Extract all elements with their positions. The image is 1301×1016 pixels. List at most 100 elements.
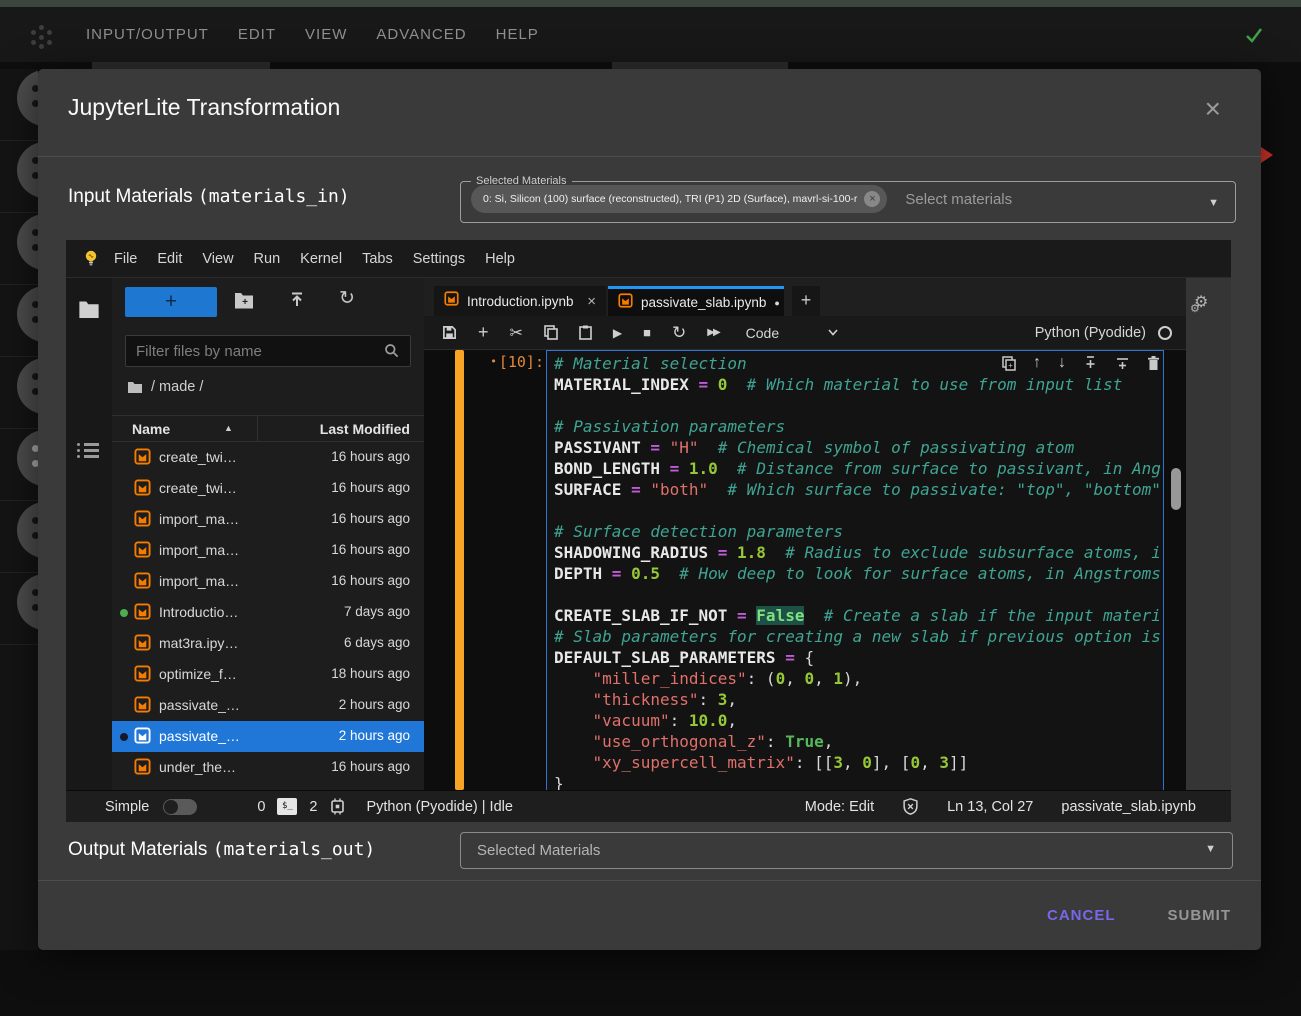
file-row[interactable]: passivate_…2 hours ago <box>112 721 424 752</box>
move-cell-down-icon[interactable]: ↓ <box>1058 354 1066 372</box>
move-cell-up-icon[interactable]: ↑ <box>1033 354 1041 372</box>
dropdown-arrow-icon[interactable]: ▼ <box>1208 197 1219 209</box>
editor-scrollbar[interactable] <box>1170 350 1182 790</box>
shield-x-icon[interactable] <box>902 798 919 815</box>
app-menu-item[interactable]: EDIT <box>238 26 276 43</box>
save-icon[interactable] <box>442 325 457 340</box>
file-row[interactable]: import_ma…16 hours ago <box>112 504 424 535</box>
cursor-position[interactable]: Ln 13, Col 27 <box>947 799 1033 815</box>
table-of-contents-icon[interactable] <box>77 440 99 461</box>
file-browser: + + ↻ / made / Name ▲ <box>112 278 424 790</box>
kernel-count[interactable]: 2 <box>309 799 317 815</box>
jupyter-menu-item[interactable]: Settings <box>413 251 465 267</box>
kernel-status-text[interactable]: Python (Pyodide) | Idle <box>366 799 512 815</box>
cancel-button[interactable]: CANCEL <box>1047 907 1116 924</box>
jupyter-menu-item[interactable]: View <box>202 251 233 267</box>
selected-materials-field[interactable]: Selected Materials 0: Si, Silicon (100) … <box>460 175 1236 223</box>
app-menu-item[interactable]: VIEW <box>305 26 347 43</box>
new-launcher-button[interactable]: + <box>125 287 217 317</box>
column-last-modified[interactable]: Last Modified <box>320 421 410 437</box>
jupyter-menu-item[interactable]: Kernel <box>300 251 342 267</box>
stop-kernel-icon[interactable]: ■ <box>643 325 651 340</box>
app-menu-item[interactable]: HELP <box>496 26 539 43</box>
refresh-icon[interactable]: ↻ <box>339 287 355 310</box>
drag-handle-icon[interactable] <box>17 286 38 342</box>
paste-icon[interactable] <box>579 325 592 340</box>
output-materials-select[interactable]: Selected Materials ▼ <box>460 832 1233 869</box>
dropdown-arrow-icon[interactable]: ▼ <box>1205 843 1216 855</box>
jupyter-menu-item[interactable]: File <box>114 251 137 267</box>
delete-cell-icon[interactable] <box>1147 356 1160 371</box>
cell-type-select[interactable]: Code <box>746 325 779 341</box>
drag-handle-icon[interactable] <box>17 502 38 558</box>
drag-handle-icon[interactable] <box>17 574 38 630</box>
drag-handle-icon[interactable] <box>17 430 38 486</box>
jupyter-menu-item[interactable]: Run <box>254 251 281 267</box>
scrollbar-thumb[interactable] <box>1171 468 1181 510</box>
insert-cell-above-icon[interactable] <box>1083 356 1098 370</box>
drag-handle-icon[interactable] <box>17 70 38 126</box>
drag-handle-icon[interactable] <box>17 214 38 270</box>
simple-mode-toggle[interactable] <box>163 799 197 815</box>
tab-passivate-slab[interactable]: passivate_slab.ipynb ● <box>608 286 784 316</box>
new-folder-icon[interactable]: + <box>234 291 254 314</box>
jupyter-menu-item[interactable]: Tabs <box>362 251 393 267</box>
jupyter-menu-item[interactable]: Help <box>485 251 515 267</box>
restart-run-all-icon[interactable]: ▶▶ <box>707 327 718 338</box>
chip-remove-icon[interactable]: × <box>864 191 880 207</box>
check-icon[interactable] <box>1243 24 1265 51</box>
new-tab-button[interactable]: + <box>792 286 820 316</box>
cell-collapser[interactable] <box>455 350 464 790</box>
kernel-chip-icon[interactable] <box>329 798 346 815</box>
file-row[interactable]: create_twi…16 hours ago <box>112 473 424 504</box>
app-menu-item[interactable]: ADVANCED <box>376 26 466 43</box>
filter-files-input[interactable] <box>125 335 411 367</box>
search-icon[interactable] <box>384 343 399 363</box>
file-row[interactable]: optimize_f…18 hours ago <box>112 659 424 690</box>
kernel-name[interactable]: Python (Pyodide) <box>1035 325 1146 341</box>
file-row[interactable]: import_ma…16 hours ago <box>112 535 424 566</box>
jupyterlite-logo-icon[interactable] <box>81 248 101 273</box>
cut-icon[interactable]: ✂ <box>510 323 523 343</box>
terminal-count[interactable]: 0 <box>257 799 265 815</box>
status-filename[interactable]: passivate_slab.ipynb <box>1061 799 1196 815</box>
file-row[interactable]: passivate_…2 hours ago <box>112 690 424 721</box>
breadcrumb[interactable]: / made / <box>127 379 203 395</box>
copy-icon[interactable] <box>544 325 558 340</box>
kernel-status-icon[interactable] <box>1158 326 1172 340</box>
terminal-icon[interactable]: $_ <box>277 798 297 815</box>
property-inspector-gears-icon[interactable]: ⚙⚙ <box>1194 292 1208 312</box>
upload-icon[interactable] <box>288 291 306 314</box>
submit-button[interactable]: SUBMIT <box>1168 907 1232 924</box>
tab-introduction[interactable]: Introduction.ipynb × <box>434 286 606 316</box>
chevron-down-icon[interactable] <box>828 329 838 336</box>
insert-cell-icon[interactable]: + <box>478 322 489 343</box>
dialog-close-icon[interactable]: × <box>1205 95 1221 123</box>
file-row[interactable]: Introductio…7 days ago <box>112 597 424 628</box>
unsaved-dot-icon[interactable]: ● <box>774 298 779 308</box>
file-row[interactable]: import_ma…16 hours ago <box>112 566 424 597</box>
file-browser-icon[interactable] <box>77 300 101 323</box>
file-row[interactable]: under_the…16 hours ago <box>112 752 424 783</box>
material-chip[interactable]: 0: Si, Silicon (100) surface (reconstruc… <box>471 185 887 213</box>
run-cell-icon[interactable]: ▶ <box>613 326 622 340</box>
mode-indicator[interactable]: Mode: Edit <box>805 799 874 815</box>
file-row[interactable]: create_twi…16 hours ago <box>112 442 424 473</box>
select-materials-placeholder[interactable]: Select materials <box>905 191 1012 208</box>
file-row[interactable]: mat3ra.ipy…6 days ago <box>112 628 424 659</box>
code-editor[interactable]: # Material selectionMATERIAL_INDEX = 0 #… <box>546 350 1164 790</box>
drag-handle-icon[interactable] <box>17 142 38 198</box>
tab-close-icon[interactable]: × <box>587 293 596 310</box>
code-line: SURFACE = "both" # Which surface to pass… <box>554 479 1163 500</box>
notebook-content: •[10]: # Material selectionMATERIAL_INDE… <box>424 350 1186 790</box>
insert-cell-below-icon[interactable] <box>1115 356 1130 370</box>
duplicate-cell-icon[interactable]: + <box>1002 356 1016 371</box>
drag-handle-icon[interactable] <box>17 358 38 414</box>
file-name: create_twi… <box>159 480 237 496</box>
app-logo-dots-icon[interactable] <box>30 25 54 49</box>
column-name[interactable]: Name <box>132 421 170 437</box>
jupyter-menu-bar: File Edit View Run Kernel Tabs Settings Help <box>66 240 1231 278</box>
restart-kernel-icon[interactable]: ↻ <box>672 323 686 343</box>
app-menu-item[interactable]: INPUT/OUTPUT <box>86 26 209 43</box>
jupyter-menu-item[interactable]: Edit <box>157 251 182 267</box>
